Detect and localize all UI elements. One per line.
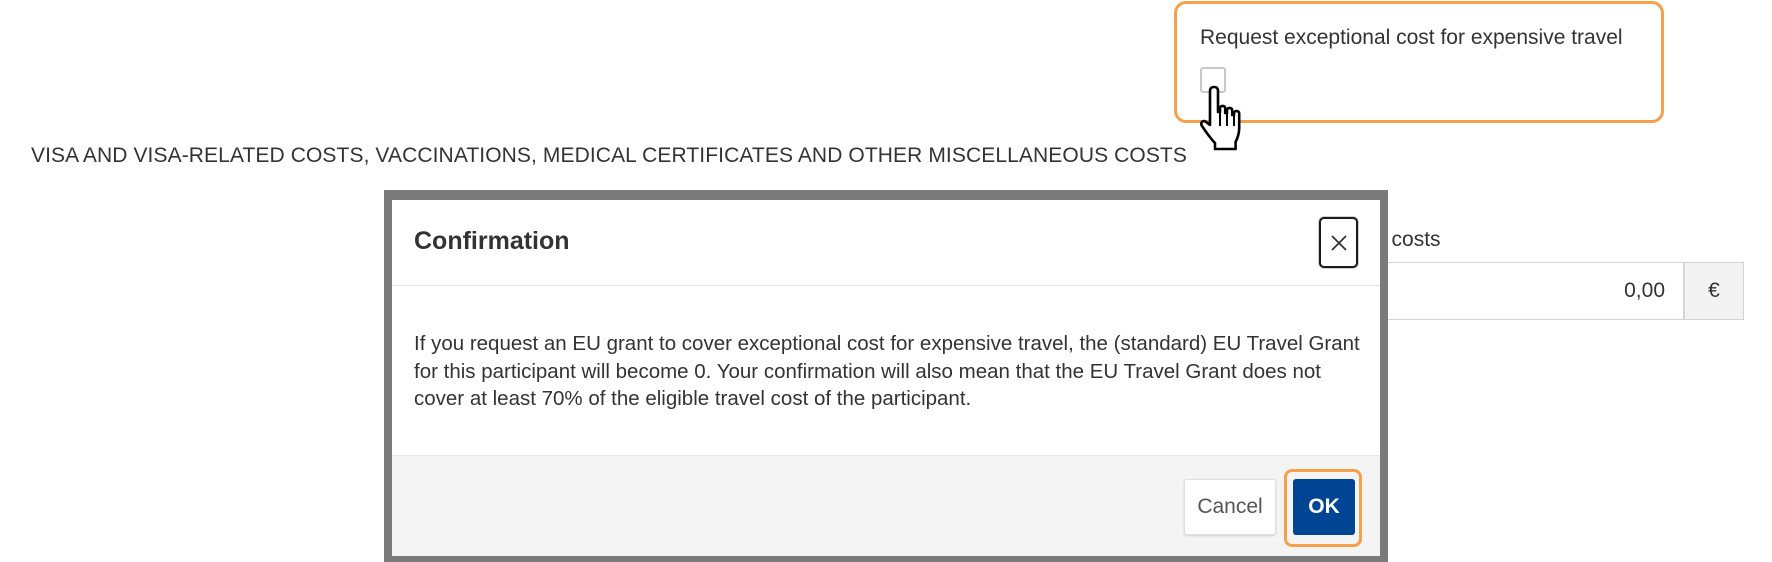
section-heading: VISA AND VISA-RELATED COSTS, VACCINATION… xyxy=(31,144,1187,167)
hand-pointer-cursor-icon xyxy=(1200,85,1241,151)
dialog-footer: Cancel OK xyxy=(392,455,1380,556)
ok-button[interactable]: OK xyxy=(1293,479,1355,535)
dialog-header: Confirmation xyxy=(392,200,1380,286)
close-icon xyxy=(1330,234,1347,251)
close-button[interactable] xyxy=(1319,217,1358,268)
misc-costs-input[interactable]: 0,00 xyxy=(1372,262,1684,320)
dialog-title: Confirmation xyxy=(414,227,570,255)
exceptional-cost-label: Request exceptional cost for expensive t… xyxy=(1200,26,1623,49)
dialog-message: If you request an EU grant to cover exce… xyxy=(414,332,1360,410)
confirmation-dialog: Confirmation If you request an EU grant … xyxy=(392,200,1380,556)
currency-addon: € xyxy=(1684,262,1744,320)
cancel-button[interactable]: Cancel xyxy=(1184,479,1276,535)
